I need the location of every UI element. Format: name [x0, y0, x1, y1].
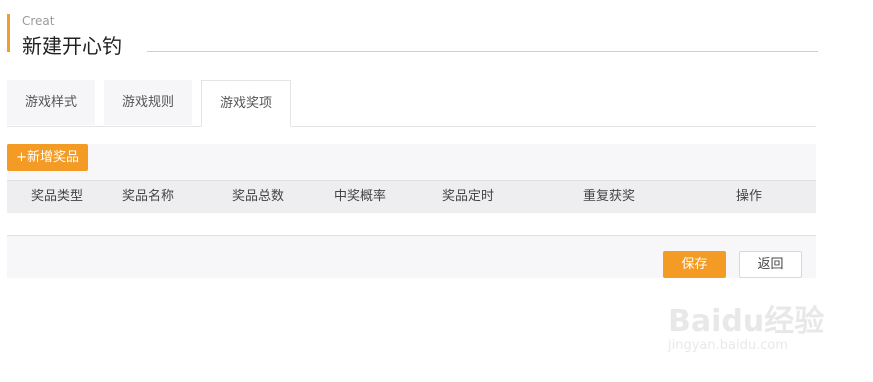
table-body [7, 213, 816, 235]
back-button[interactable]: 返回 [739, 251, 802, 278]
column-header-prize-timing: 奖品定时 [442, 189, 495, 204]
watermark: Baidu经验 jingyan.baidu.com [668, 290, 838, 366]
tab-game-rules[interactable]: 游戏规则 [104, 80, 192, 125]
tab-bar: 游戏样式 游戏规则 游戏奖项 [7, 80, 816, 127]
page-title: 新建开心钓 [22, 34, 122, 58]
column-header-prize-total: 奖品总数 [232, 189, 285, 204]
column-header-repeat-win: 重复获奖 [583, 189, 636, 204]
header-accent-bar [7, 14, 10, 52]
title-divider [147, 51, 818, 52]
column-header-prize-name: 奖品名称 [122, 189, 175, 204]
watermark-url: jingyan.baidu.com [668, 338, 788, 353]
add-prize-button[interactable]: +新增奖品 [7, 144, 88, 171]
table-header: 奖品类型 奖品名称 奖品总数 中奖概率 奖品定时 重复获奖 操作 [7, 180, 816, 213]
watermark-brand: Baidu经验 [668, 304, 825, 339]
column-header-prize-type: 奖品类型 [31, 189, 84, 204]
tab-game-prizes[interactable]: 游戏奖项 [201, 80, 291, 127]
page-subtitle: Creat [22, 14, 55, 28]
column-header-win-rate: 中奖概率 [334, 189, 387, 204]
prize-panel: +新增奖品 奖品类型 奖品名称 奖品总数 中奖概率 奖品定时 重复获奖 操作 保… [7, 144, 816, 278]
save-button[interactable]: 保存 [663, 251, 726, 278]
column-header-actions: 操作 [736, 189, 763, 204]
table-divider [7, 235, 816, 236]
tab-game-style[interactable]: 游戏样式 [7, 80, 95, 125]
page-header: Creat 新建开心钓 [7, 12, 818, 58]
